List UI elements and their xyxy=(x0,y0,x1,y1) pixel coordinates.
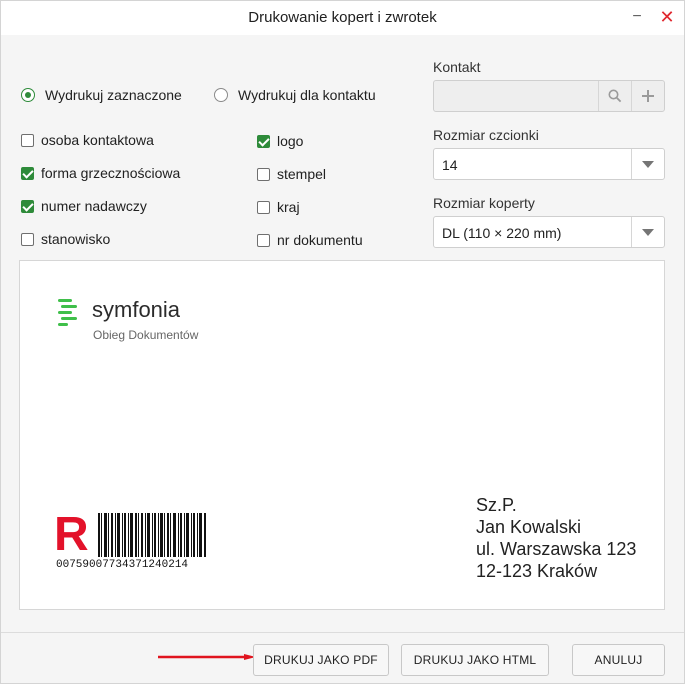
close-button[interactable]: ✕ xyxy=(655,5,679,29)
checkbox-label: logo xyxy=(277,133,304,149)
envelope-size-value: DL (110 × 220 mm) xyxy=(442,225,562,241)
contact-label: Kontakt xyxy=(433,59,481,75)
address-line: ul. Warszawska 123 xyxy=(476,539,637,559)
checkbox-contact-person[interactable]: osoba kontaktowa xyxy=(21,132,154,148)
checkbox-label: nr dokumentu xyxy=(277,232,363,248)
envelope-size-label: Rozmiar koperty xyxy=(433,195,535,211)
print-envelopes-dialog: Drukowanie kopert i zwrotek − ✕ Wydrukuj… xyxy=(0,0,685,684)
chevron-down-icon[interactable] xyxy=(631,149,664,179)
checkbox-label: osoba kontaktowa xyxy=(41,132,154,148)
checkbox-logo[interactable]: logo xyxy=(257,133,303,149)
symfonia-logo-icon xyxy=(58,299,77,326)
checkbox-label: numer nadawczy xyxy=(41,198,147,214)
radio-label: Wydrukuj zaznaczone xyxy=(45,87,182,103)
envelope-preview: symfonia Obieg Dokumentów R 007590077343… xyxy=(19,260,665,610)
plus-icon xyxy=(642,90,654,102)
contact-add-button[interactable] xyxy=(631,81,664,111)
checkbox-salutation[interactable]: forma grzecznościowa xyxy=(21,165,180,181)
address-line: Jan Kowalski xyxy=(476,517,582,537)
cancel-button[interactable]: ANULUJ xyxy=(572,644,665,676)
checkbox-box xyxy=(257,167,270,181)
footer-divider xyxy=(1,632,684,633)
checkbox-label: kraj xyxy=(277,199,300,215)
checkbox-box xyxy=(257,134,270,148)
radio-selected-indicator xyxy=(21,88,35,102)
address-line: 12-123 Kraków xyxy=(476,561,598,581)
font-size-value: 14 xyxy=(442,157,458,173)
barcode-number: 00759007734371240214 xyxy=(56,559,189,571)
minimize-button[interactable]: − xyxy=(625,5,649,29)
font-size-select[interactable]: 14 xyxy=(433,148,665,180)
annotation-arrow-icon xyxy=(158,654,256,660)
recipient-address: Sz.P. Jan Kowalski ul. Warszawska 123 12… xyxy=(476,494,636,582)
brand-name: symfonia xyxy=(92,297,181,322)
print-html-button[interactable]: DRUKUJ JAKO HTML xyxy=(401,644,549,676)
checkbox-label: forma grzecznościowa xyxy=(41,165,181,181)
title-bar: Drukowanie kopert i zwrotek − ✕ xyxy=(1,1,684,35)
checkbox-box xyxy=(21,232,34,246)
checkbox-stamp[interactable]: stempel xyxy=(257,166,326,182)
font-size-label: Rozmiar czcionki xyxy=(433,127,539,143)
checkbox-document-number[interactable]: nr dokumentu xyxy=(257,232,363,248)
checkbox-box xyxy=(21,133,34,147)
dialog-title: Drukowanie kopert i zwrotek xyxy=(248,9,437,26)
barcode-icon xyxy=(98,513,206,557)
radio-indicator xyxy=(214,88,228,102)
chevron-down-icon[interactable] xyxy=(631,217,664,247)
checkbox-box xyxy=(21,199,34,213)
search-icon xyxy=(608,89,622,103)
checkbox-box xyxy=(257,200,270,214)
registered-mail-mark: R xyxy=(54,508,89,561)
checkbox-box xyxy=(21,166,34,180)
radio-print-selected[interactable]: Wydrukuj zaznaczone xyxy=(21,87,182,103)
address-line: Sz.P. xyxy=(476,495,517,515)
checkbox-label: stempel xyxy=(277,166,327,182)
radio-label: Wydrukuj dla kontaktu xyxy=(238,87,376,103)
contact-search-button[interactable] xyxy=(598,81,631,111)
contact-field xyxy=(433,80,665,112)
checkbox-country[interactable]: kraj xyxy=(257,199,300,215)
envelope-size-select[interactable]: DL (110 × 220 mm) xyxy=(433,216,665,248)
checkbox-position[interactable]: stanowisko xyxy=(21,231,110,247)
contact-input[interactable] xyxy=(434,81,598,111)
radio-print-for-contact[interactable]: Wydrukuj dla kontaktu xyxy=(214,87,376,103)
checkbox-box xyxy=(257,233,270,247)
brand-subtitle: Obieg Dokumentów xyxy=(93,328,199,342)
checkbox-sender-number[interactable]: numer nadawczy xyxy=(21,198,147,214)
print-pdf-button[interactable]: DRUKUJ JAKO PDF xyxy=(253,644,389,676)
checkbox-label: stanowisko xyxy=(41,231,111,247)
